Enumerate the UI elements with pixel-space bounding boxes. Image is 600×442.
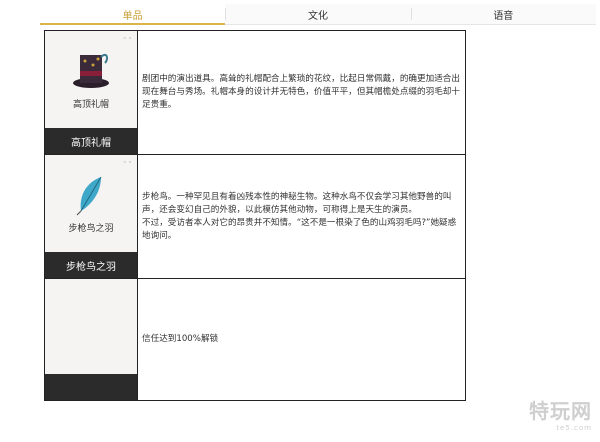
table-row: 信任达到100%解锁 bbox=[45, 279, 465, 400]
item-name-bar: 高顶礼帽 bbox=[45, 128, 137, 154]
card-title: 步枪鸟之羽 bbox=[68, 224, 114, 234]
watermark-logo: 特玩网 te5.com bbox=[529, 395, 592, 432]
card-corner-mark: ◦ ◦ bbox=[123, 159, 132, 166]
item-description: 剧团中的演出道具。高耸的礼帽配合上繁琐的花纹，比起日常佩戴，的确更加适合出现在舞… bbox=[142, 74, 460, 110]
item-card: ◦ ◦ 步枪鸟之羽 bbox=[45, 155, 137, 252]
tab-label: 语音 bbox=[493, 10, 514, 22]
item-image-cell bbox=[45, 279, 138, 400]
card-corner-mark: ◦ ◦ bbox=[123, 35, 132, 42]
table-row: ◦ ◦ 步枪鸟之羽 步枪鸟之羽 步枪鸟。一种罕见且有着凶残本性的神秘生物。这种水… bbox=[45, 155, 465, 279]
watermark-sub: te5.com bbox=[556, 424, 592, 432]
card-title: 高顶礼帽 bbox=[72, 100, 109, 110]
tab-label: 文化 bbox=[307, 10, 328, 22]
tab-single-item[interactable]: 单品 bbox=[40, 4, 226, 25]
item-card: ◦ ◦ 高顶礼帽 bbox=[45, 31, 137, 128]
tab-voice[interactable]: 语音 bbox=[410, 4, 596, 24]
item-name-bar bbox=[45, 374, 137, 400]
tab-label: 单品 bbox=[122, 10, 143, 22]
item-image-cell: ◦ ◦ 高顶礼帽 高顶礼帽 bbox=[45, 31, 138, 154]
tab-culture[interactable]: 文化 bbox=[225, 4, 410, 24]
top-hat-icon bbox=[73, 53, 109, 88]
tab-bar: 单品 文化 语音 bbox=[40, 4, 596, 25]
item-table: ◦ ◦ 高顶礼帽 高顶礼帽 剧团中的演出道具。高耸的礼帽配合上繁琐的花纹，比起日… bbox=[44, 30, 466, 401]
item-card-locked bbox=[45, 279, 137, 374]
item-description: 信任达到100%解锁 bbox=[142, 334, 219, 344]
item-image-cell: ◦ ◦ 步枪鸟之羽 步枪鸟之羽 bbox=[45, 155, 138, 278]
feather-icon bbox=[76, 176, 102, 216]
table-row: ◦ ◦ 高顶礼帽 高顶礼帽 剧团中的演出道具。高耸的礼帽配合上繁琐的花纹，比起日… bbox=[45, 31, 465, 155]
item-name-bar: 步枪鸟之羽 bbox=[45, 252, 137, 278]
item-description: 步枪鸟。一种罕见且有着凶残本性的神秘生物。这种水鸟不仅会学习其他野兽的叫声，还会… bbox=[142, 191, 457, 241]
watermark-text: 特玩网 bbox=[529, 399, 592, 423]
